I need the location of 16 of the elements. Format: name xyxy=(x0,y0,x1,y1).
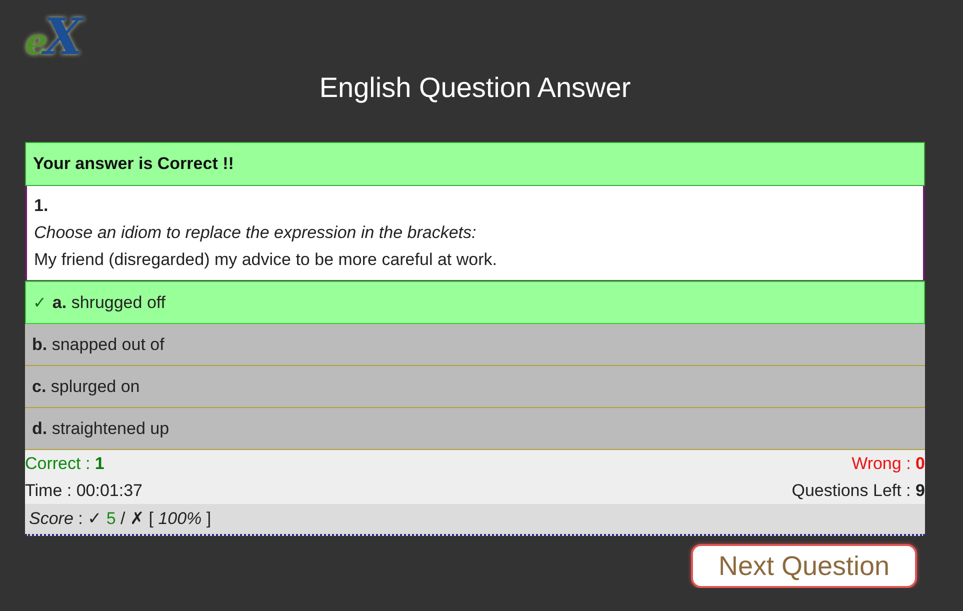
answer-option[interactable]: c. splurged on xyxy=(25,366,925,408)
question-text: My friend (disregarded) my advice to be more careful at work. xyxy=(34,249,498,271)
correct-count: Correct : 1 xyxy=(25,453,106,475)
questions-left: Questions Left : 9 xyxy=(790,480,925,502)
page-title: English Question Answer xyxy=(318,71,632,105)
elapsed-time: Time : 00:01:37 xyxy=(25,480,144,502)
answer-option[interactable]: ✓ a. shrugged off xyxy=(25,281,925,324)
next-question-button[interactable]: Next Question xyxy=(691,544,917,588)
question-instruction: Choose an idiom to replace the expression in the brackets: xyxy=(34,222,478,244)
wrong-count: Wrong : 0 xyxy=(850,453,925,475)
score-summary: Score : ✓ 5 / ✗ [ 100% ] xyxy=(29,509,212,528)
question-number: 1. xyxy=(34,195,50,217)
logo: eX xyxy=(25,8,79,65)
result-banner: Your answer is Correct !! xyxy=(25,142,925,186)
answer-option[interactable]: b. snapped out of xyxy=(25,324,925,366)
answer-option[interactable]: d. straightened up xyxy=(25,408,925,450)
